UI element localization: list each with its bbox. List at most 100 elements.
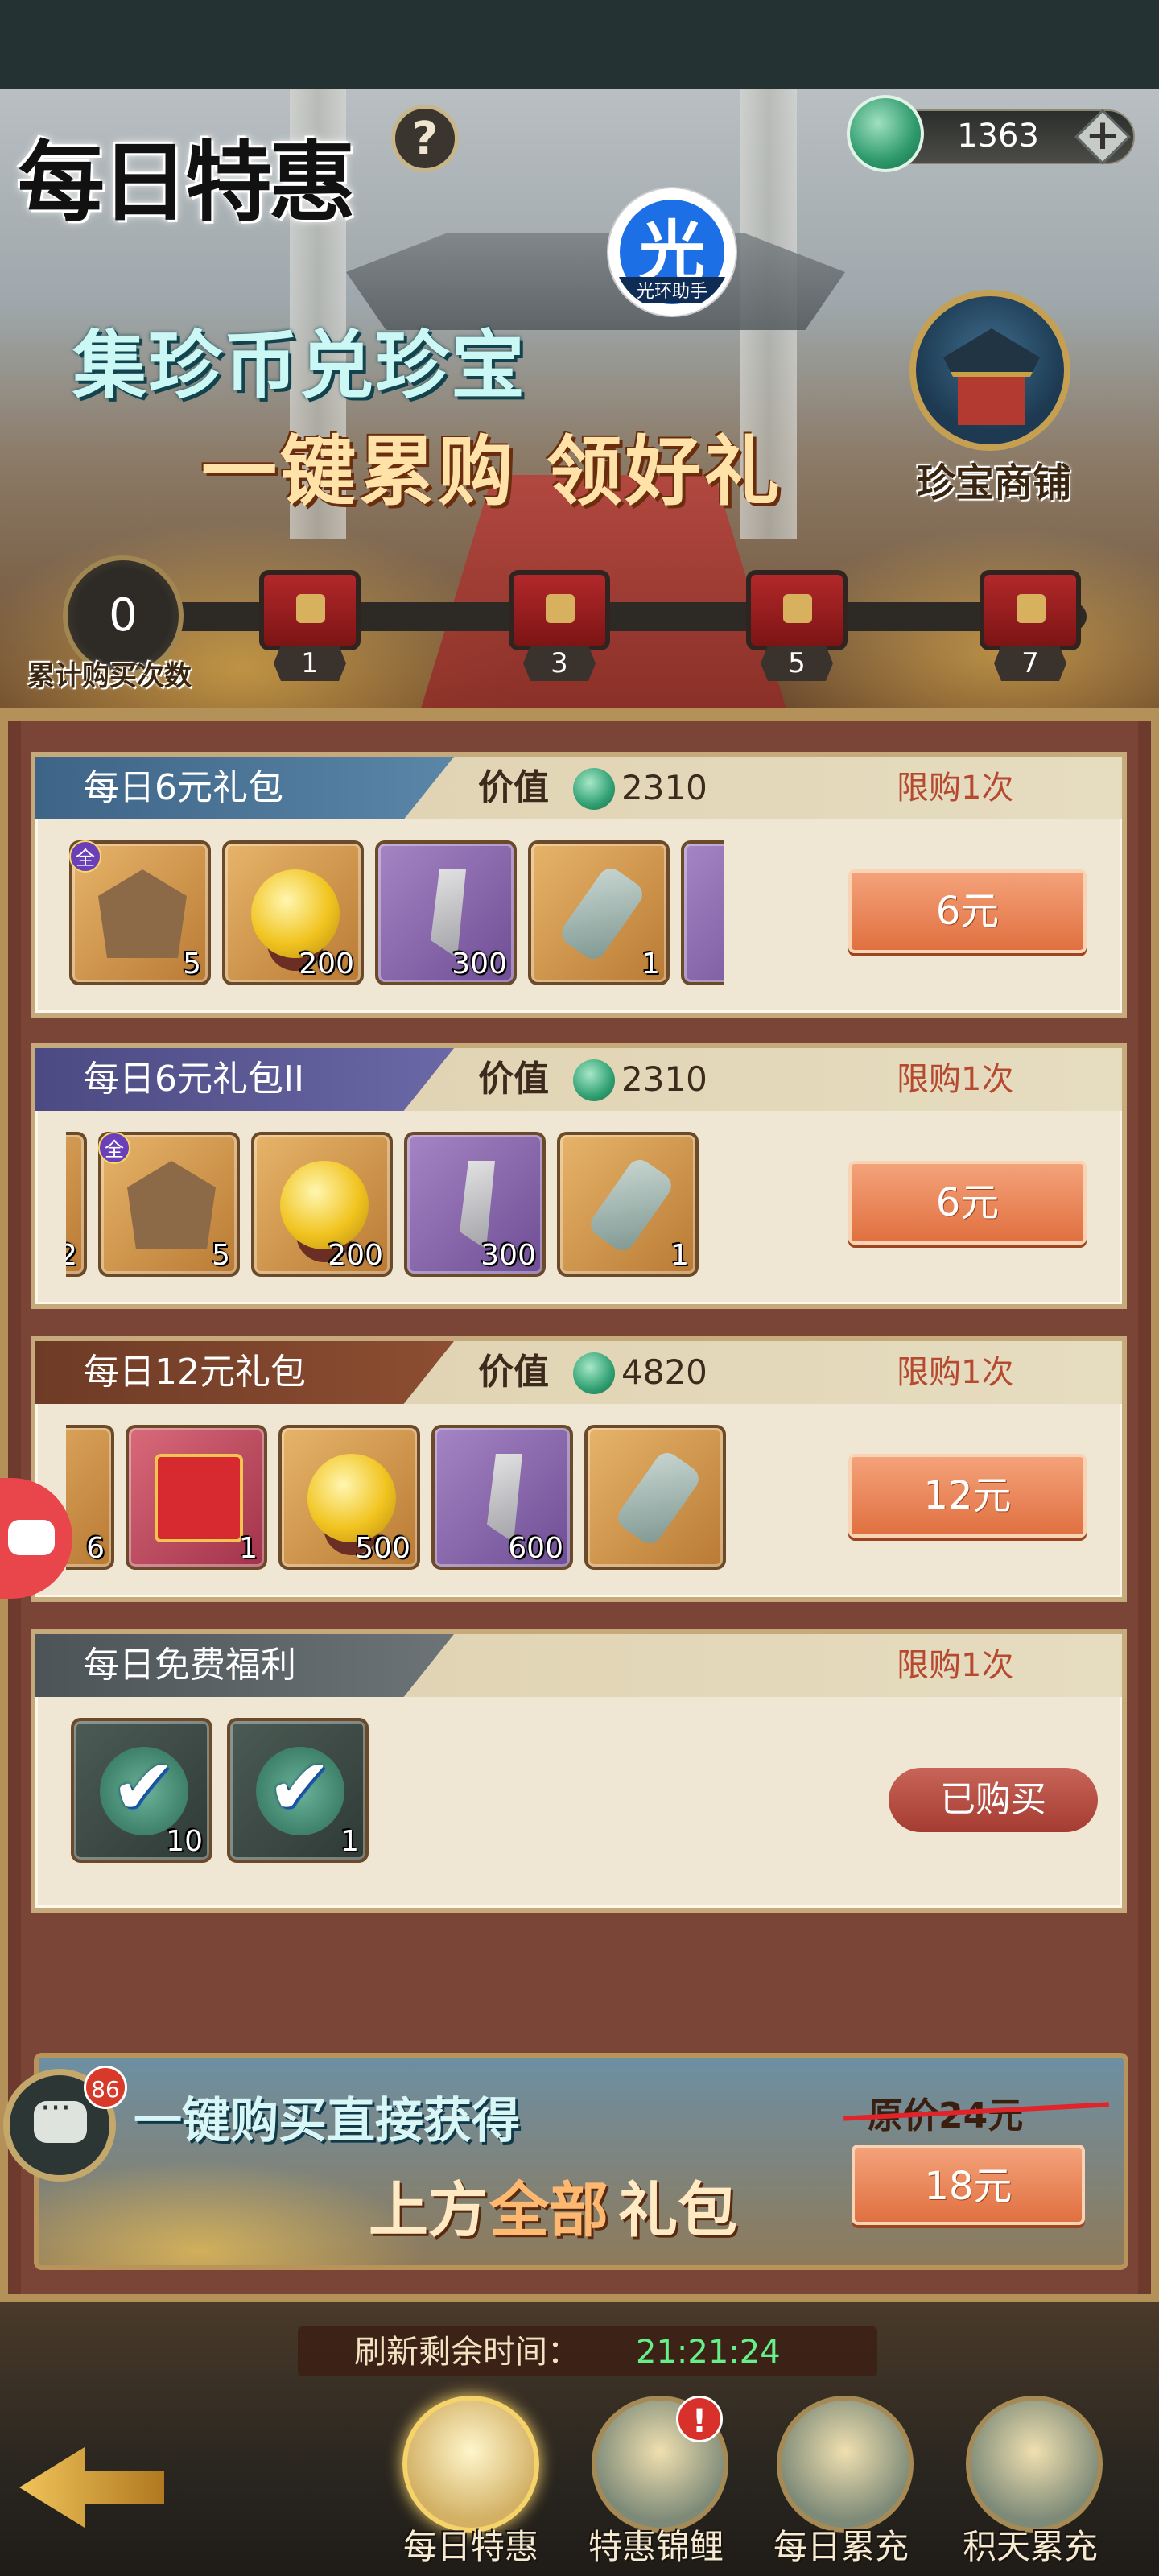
reward-item[interactable]: 1: [557, 1132, 699, 1277]
helper-app-badge[interactable]: 光 光环助手: [608, 188, 736, 316]
item-quantity: 200: [328, 1239, 383, 1272]
pack-value-label: 价值: [478, 767, 549, 808]
reward-item[interactable]: 500: [278, 1425, 420, 1570]
pack-card-daily-6-ii: 每日6元礼包II 价值 2310 限购1次 2 全 5 200 300 1 6元: [31, 1043, 1127, 1309]
chest-icon: [509, 570, 610, 650]
jade-coin-icon: [573, 1059, 615, 1101]
reward-item-claimed[interactable]: 1: [227, 1718, 369, 1863]
reward-item[interactable]: 200: [251, 1132, 393, 1277]
tab-daily-deals[interactable]: [402, 2396, 539, 2533]
tab-label-lucky-koi[interactable]: 特惠锦鲤: [559, 2520, 753, 2569]
reward-item[interactable]: 1: [126, 1425, 267, 1570]
combo-buy-button[interactable]: 18元: [852, 2145, 1085, 2225]
treasure-shop-button[interactable]: [909, 290, 1070, 451]
item-quantity: 5: [212, 1239, 230, 1272]
milestone-chest[interactable]: 7: [970, 555, 1091, 681]
tab-accumulated-recharge[interactable]: [966, 2396, 1103, 2533]
tab-daily-recharge[interactable]: [777, 2396, 914, 2533]
tab-label-daily-deals[interactable]: 每日特惠: [374, 2520, 567, 2569]
item-quantity: 300: [452, 947, 507, 980]
refresh-countdown: 21:21:24: [636, 2334, 781, 2371]
item-tag: 全: [98, 1132, 130, 1164]
jade-coin-icon: [573, 768, 615, 810]
milestone-number: 1: [274, 646, 346, 681]
item-quantity: 2: [66, 1239, 77, 1272]
armor-crest-icon: [127, 1161, 216, 1249]
milestone-number: 5: [761, 646, 833, 681]
buy-button[interactable]: 6元: [848, 1161, 1087, 1245]
reward-item[interactable]: 1: [528, 840, 670, 985]
milestone-chest[interactable]: 3: [499, 555, 620, 681]
pack-card-daily-free: 每日免费福利 限购1次 10 1 已购买: [31, 1629, 1127, 1913]
scroll-icon: [585, 1154, 677, 1256]
back-arrow-button[interactable]: [19, 2431, 164, 2536]
item-quantity: 1: [239, 1532, 258, 1565]
reward-item[interactable]: 600: [431, 1425, 573, 1570]
pack-value-label: 价值: [478, 1352, 549, 1393]
reward-item[interactable]: [584, 1425, 726, 1570]
pack-name: 每日6元礼包: [35, 757, 454, 819]
combo-slogan-2c: 礼包: [618, 2176, 737, 2245]
item-quantity: 1: [340, 1825, 359, 1858]
reward-item[interactable]: 全 5: [98, 1132, 240, 1277]
purchased-button[interactable]: 已购买: [889, 1768, 1098, 1832]
item-quantity: 5: [183, 947, 201, 980]
reward-item[interactable]: 300: [404, 1132, 546, 1277]
item-quantity: 1: [670, 1239, 689, 1272]
coin-claimed-icon: [256, 1742, 344, 1835]
treasure-shop-label[interactable]: 珍宝商铺: [893, 451, 1095, 507]
blade-icon: [460, 1161, 495, 1249]
combo-slogan-2b: 全部: [489, 2176, 608, 2245]
pack-value: 4820: [621, 1352, 707, 1392]
chest-icon: [259, 570, 361, 650]
buy-button[interactable]: 6元: [848, 869, 1087, 953]
pavilion-roof-icon: [943, 328, 1040, 377]
item-quantity: 200: [299, 947, 354, 980]
pack-items: 2 全 5 200 300 1: [66, 1132, 726, 1283]
reward-item[interactable]: 300: [375, 840, 517, 985]
page-title: 每日特惠: [18, 132, 356, 233]
jade-coin-icon: [573, 1352, 615, 1394]
pack-value: 2310: [621, 1059, 707, 1099]
red-envelope-icon: [155, 1454, 243, 1542]
armor-crest-icon: [98, 869, 187, 958]
purchase-count-label: 累计购买次数: [27, 660, 192, 692]
pack-limit: 限购1次: [897, 770, 1014, 807]
pack-limit: 限购1次: [897, 1647, 1014, 1684]
buy-button[interactable]: 12元: [848, 1454, 1087, 1538]
tab-label-accumulated-recharge[interactable]: 积天累充: [934, 2520, 1127, 2569]
pack-value-label: 价值: [478, 1059, 549, 1100]
reward-item-partial[interactable]: [681, 840, 724, 985]
golden-orb-icon: [280, 1161, 369, 1249]
scroll-icon: [556, 863, 648, 964]
combo-offer: 一键购买直接获得 上方 全部 礼包 原价24元 18元: [34, 2053, 1128, 2270]
item-quantity: 300: [481, 1239, 536, 1272]
reward-item-claimed[interactable]: 10: [71, 1718, 212, 1863]
status-strip: [0, 0, 1159, 89]
item-quantity: 1: [641, 947, 660, 980]
pack-name: 每日12元礼包: [35, 1341, 454, 1404]
helper-caption: 光环助手: [613, 277, 731, 303]
milestone-chest[interactable]: 5: [736, 555, 857, 681]
pack-name: 每日6元礼包II: [35, 1048, 454, 1111]
golden-orb-icon: [251, 869, 340, 958]
combo-slogan-2a: 上方: [369, 2176, 488, 2245]
scroll-icon: [612, 1447, 704, 1549]
item-quantity: 10: [166, 1825, 203, 1858]
tab-label-daily-recharge[interactable]: 每日累充: [744, 2520, 938, 2569]
reward-item[interactable]: 全 5: [69, 840, 211, 985]
reward-item-partial[interactable]: 6: [66, 1425, 114, 1570]
pack-limit: 限购1次: [897, 1061, 1014, 1098]
help-button[interactable]: ?: [391, 105, 459, 172]
reward-item-partial[interactable]: 2: [66, 1132, 87, 1277]
pavilion-body-icon: [958, 377, 1025, 425]
pack-items: 10 1: [71, 1718, 731, 1869]
reward-item[interactable]: 200: [222, 840, 364, 985]
milestone-chest[interactable]: 1: [250, 555, 370, 681]
item-quantity: 500: [355, 1532, 410, 1565]
alert-badge: !: [676, 2396, 723, 2442]
combo-slogan-1: 一键购买直接获得: [134, 2093, 520, 2149]
chest-icon: [980, 570, 1081, 650]
plus-icon[interactable]: +: [1079, 111, 1127, 159]
pack-items: 6 1 500 600: [66, 1425, 726, 1576]
